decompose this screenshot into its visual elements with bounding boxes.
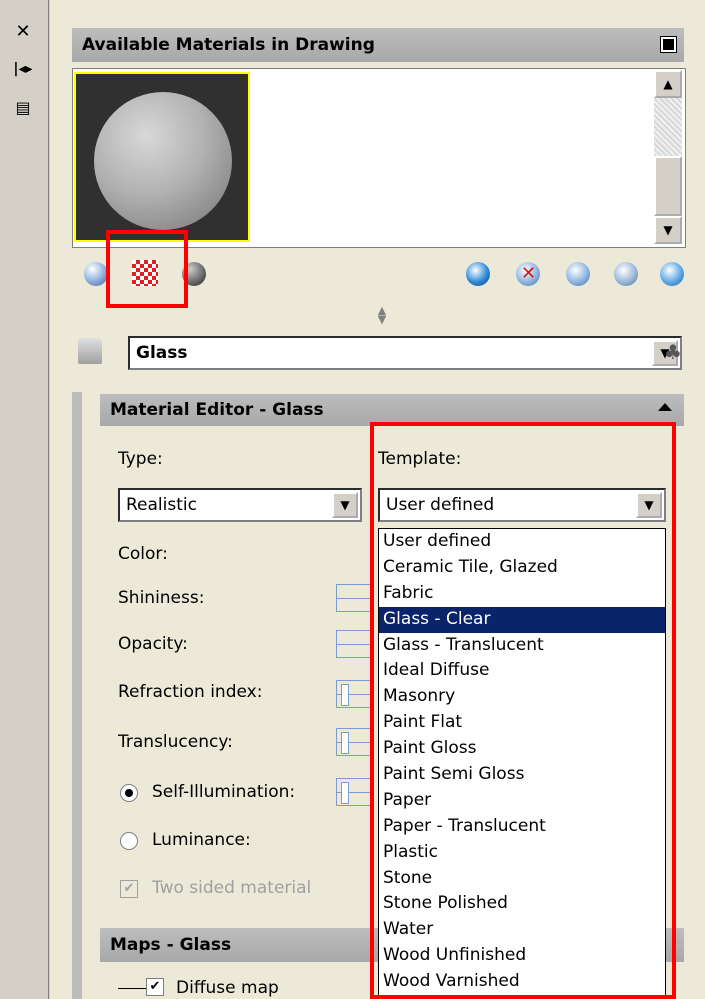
- purge-from-drawing-icon[interactable]: [516, 262, 540, 286]
- chevron-down-icon[interactable]: ▼: [636, 492, 662, 518]
- diffuse-map-checkbox[interactable]: ✔: [146, 978, 164, 996]
- dropdown-option[interactable]: Paint Flat: [379, 710, 665, 736]
- material-name-combo[interactable]: Glass ▼: [128, 336, 682, 370]
- apply-to-objects-icon[interactable]: [614, 262, 638, 286]
- scroll-down-icon[interactable]: ▼: [654, 216, 682, 244]
- material-name-value: Glass: [136, 343, 188, 363]
- dropdown-option[interactable]: Stone: [379, 866, 665, 892]
- self-illumination-radio[interactable]: [120, 784, 138, 802]
- section-rail: [72, 392, 82, 999]
- dropdown-option[interactable]: Masonry: [379, 684, 665, 710]
- palette-title-strip: ✕ |◂▸ ▤: [0, 0, 49, 999]
- refraction-index-label: Refraction index:: [118, 682, 263, 702]
- template-label: Template:: [378, 449, 462, 469]
- dropdown-option[interactable]: User defined: [379, 529, 665, 555]
- swatch-geometry-icon[interactable]: [84, 262, 108, 286]
- two-sided-label: Two sided material: [152, 878, 312, 898]
- dropdown-option[interactable]: Ceramic Tile, Glazed: [379, 555, 665, 581]
- autohide-icon[interactable]: |◂▸: [12, 58, 34, 80]
- template-select[interactable]: User defined ▼: [378, 488, 666, 522]
- type-value: Realistic: [126, 495, 197, 515]
- dropdown-option[interactable]: Water: [379, 917, 665, 943]
- collapse-icon[interactable]: [658, 403, 672, 411]
- create-new-material-icon[interactable]: [466, 262, 490, 286]
- panel-options-icon[interactable]: [661, 37, 676, 52]
- chevron-down-icon[interactable]: ▼: [332, 492, 358, 518]
- dropdown-option[interactable]: Ideal Diffuse: [379, 658, 665, 684]
- shininess-label: Shininess:: [118, 588, 205, 608]
- scroll-thumb[interactable]: [654, 156, 682, 216]
- map-connector: [118, 988, 148, 989]
- slider-thumb[interactable]: [341, 732, 349, 754]
- translucency-label: Translucency:: [118, 732, 233, 752]
- available-materials-title: Available Materials in Drawing: [82, 35, 375, 55]
- self-illumination-label: Self-Illumination:: [152, 782, 296, 802]
- scroll-up-icon[interactable]: ▲: [654, 70, 682, 98]
- refraction-index-slider[interactable]: [336, 680, 372, 708]
- template-value: User defined: [386, 495, 495, 515]
- translucency-slider[interactable]: [336, 728, 372, 756]
- material-editor-title: Material Editor - Glass: [110, 400, 324, 420]
- slider-thumb[interactable]: [341, 684, 349, 706]
- dropdown-option[interactable]: Wood Varnished: [379, 969, 665, 995]
- self-illumination-slider[interactable]: [336, 778, 372, 806]
- indicate-materials-in-use-icon[interactable]: [566, 262, 590, 286]
- dropdown-option[interactable]: Paint Semi Gloss: [379, 762, 665, 788]
- dropdown-option[interactable]: Plastic: [379, 840, 665, 866]
- select-objects-icon[interactable]: ♣: [664, 340, 686, 364]
- dropdown-option[interactable]: Stone Polished: [379, 891, 665, 917]
- dropdown-option[interactable]: Paint Gloss: [379, 736, 665, 762]
- luminance-radio[interactable]: [120, 832, 138, 850]
- luminance-label: Luminance:: [152, 830, 251, 850]
- properties-icon[interactable]: ▤: [12, 96, 34, 118]
- swatch-sphere-icon: [94, 92, 232, 230]
- splitter-grip-icon[interactable]: ▲ ▼: [372, 305, 392, 328]
- scroll-track[interactable]: [654, 98, 682, 156]
- swatch-scrollbar[interactable]: ▲ ▼: [654, 70, 682, 244]
- shininess-slider[interactable]: [336, 584, 372, 612]
- dropdown-option[interactable]: Glass - Clear: [379, 606, 665, 633]
- color-label: Color:: [118, 544, 168, 564]
- dropdown-option[interactable]: Paper: [379, 788, 665, 814]
- close-icon[interactable]: ✕: [12, 20, 34, 42]
- dropdown-option[interactable]: Glass - Translucent: [379, 633, 665, 659]
- remove-materials-icon[interactable]: [660, 262, 684, 286]
- available-materials-header[interactable]: Available Materials in Drawing: [72, 28, 684, 62]
- home-to-tool-palette-icon[interactable]: [78, 338, 102, 364]
- slider-thumb[interactable]: [341, 782, 349, 804]
- material-editor-header[interactable]: Material Editor - Glass: [100, 394, 684, 426]
- type-label: Type:: [118, 449, 163, 469]
- dropdown-option[interactable]: Wood Unfinished: [379, 943, 665, 969]
- two-sided-checkbox[interactable]: ✔: [120, 880, 138, 898]
- dropdown-option[interactable]: Fabric: [379, 581, 665, 607]
- opacity-label: Opacity:: [118, 634, 188, 654]
- render-preview-icon[interactable]: [182, 262, 206, 286]
- diffuse-map-label: Diffuse map: [176, 978, 279, 998]
- dropdown-option[interactable]: Paper - Translucent: [379, 814, 665, 840]
- template-dropdown-list[interactable]: User defined Ceramic Tile, Glazed Fabric Gl…: [378, 528, 666, 999]
- checkered-underlay-icon[interactable]: [132, 260, 158, 286]
- maps-title: Maps - Glass: [110, 935, 232, 955]
- opacity-slider[interactable]: [336, 630, 372, 658]
- type-select[interactable]: Realistic ▼: [118, 488, 362, 522]
